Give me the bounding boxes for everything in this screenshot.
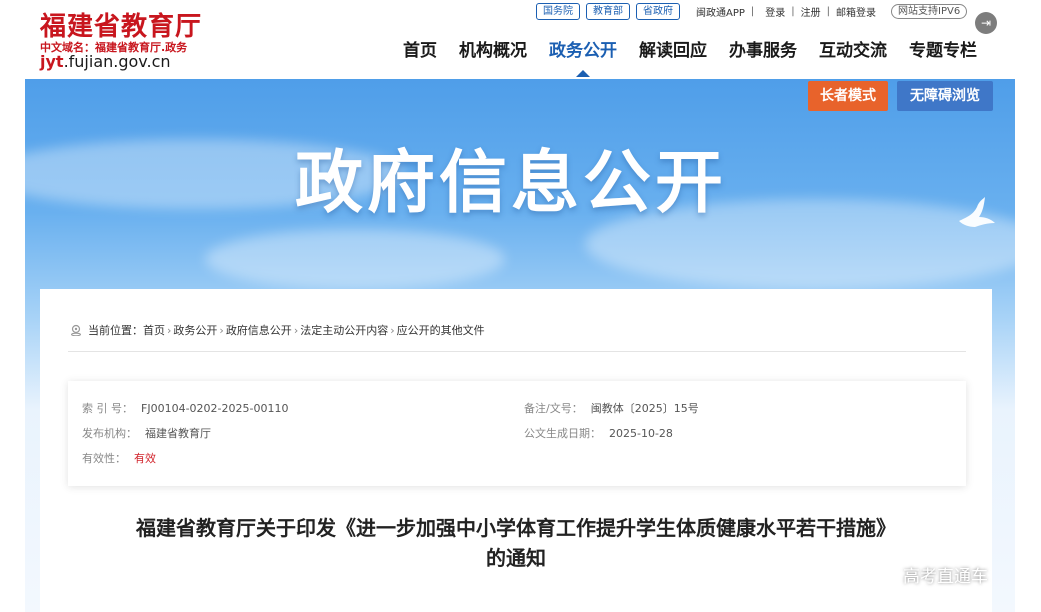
- main-nav: 首页 机构概况 政务公开 解读回应 办事服务 互动交流 专题专栏: [403, 36, 977, 77]
- nav-interaction[interactable]: 互动交流: [819, 36, 887, 76]
- meta-validity-label: 有效性：: [82, 452, 126, 465]
- nav-topics[interactable]: 专题专栏: [909, 36, 977, 76]
- link-app[interactable]: 闽政通APP: [696, 4, 745, 19]
- location-pin-icon: [71, 324, 81, 336]
- meta-docno-label: 备注/文号：: [524, 402, 583, 415]
- link-ministry-education[interactable]: 教育部: [586, 3, 630, 20]
- site-url-suffix: .fujian.gov.cn: [63, 52, 171, 71]
- meta-issuer-label: 发布机构：: [82, 427, 137, 440]
- ipv6-badge: 网站支持IPV6: [891, 4, 968, 19]
- nav-home[interactable]: 首页: [403, 36, 437, 76]
- divider: |: [826, 6, 831, 17]
- site-url: jyt.fujian.gov.cn: [40, 52, 171, 71]
- meta-issuer-value: 福建省教育厅: [145, 427, 211, 440]
- meta-validity: 有效性： 有效: [82, 450, 156, 466]
- meta-issuer: 发布机构： 福建省教育厅: [82, 425, 211, 441]
- link-province-gov[interactable]: 省政府: [636, 3, 680, 20]
- meta-index-value: FJ00104-0202-2025-00110: [141, 402, 289, 415]
- login-link[interactable]: 登录: [765, 4, 785, 19]
- document-title: 福建省教育厅关于印发《进一步加强中小学体育工作提升学生体质健康水平若干措施》 的…: [40, 513, 992, 573]
- meta-docno-value: 闽教体〔2025〕15号: [590, 402, 699, 415]
- watermark: 高考直通车: [903, 567, 988, 587]
- meta-index-label: 索 引 号：: [82, 402, 133, 415]
- breadcrumb-statutory[interactable]: 法定主动公开内容: [300, 322, 388, 338]
- elder-mode-button[interactable]: 长者模式: [808, 81, 888, 111]
- document-title-line2: 的通知: [486, 546, 546, 570]
- register-link[interactable]: 注册: [801, 4, 821, 19]
- document-meta-box: 索 引 号： FJ00104-0202-2025-00110 备注/文号： 闽教体〔…: [68, 381, 966, 486]
- banner-title: 政府信息公开: [295, 144, 728, 223]
- content-card: 当前位置： 首页 › 政务公开 › 政府信息公开 › 法定主动公开内容 › 应公…: [40, 289, 992, 612]
- nav-about[interactable]: 机构概况: [459, 36, 527, 76]
- site-url-prefix: jyt: [40, 52, 64, 71]
- mail-login-link[interactable]: 邮箱登录: [836, 4, 876, 19]
- breadcrumb-info-disclosure[interactable]: 政府信息公开: [226, 322, 292, 338]
- cloud-decoration: [205, 229, 505, 289]
- dove-icon: [959, 197, 995, 227]
- chevron-right-icon: ›: [219, 323, 224, 337]
- meta-date: 公文生成日期： 2025-10-28: [524, 425, 673, 441]
- exit-icon[interactable]: ⇥: [975, 12, 997, 34]
- meta-date-value: 2025-10-28: [609, 427, 673, 440]
- accessibility-button[interactable]: 无障碍浏览: [897, 81, 993, 111]
- nav-gov-affairs[interactable]: 政务公开: [549, 36, 617, 77]
- breadcrumb-divider: [68, 351, 966, 352]
- meta-date-label: 公文生成日期：: [524, 427, 601, 440]
- nav-interpretation[interactable]: 解读回应: [639, 36, 707, 76]
- breadcrumb-home[interactable]: 首页: [143, 322, 165, 338]
- chevron-right-icon: ›: [390, 323, 395, 337]
- site-header: 福建省教育厅 中文域名：福建省教育厅.政务 jyt.fujian.gov.cn …: [0, 0, 1041, 80]
- top-links-bar: 国务院 教育部 省政府 闽政通APP | 登录 | 注册 | 邮箱登录 网站支持…: [536, 3, 968, 20]
- chevron-right-icon: ›: [167, 323, 172, 337]
- breadcrumb: 当前位置： 首页 › 政务公开 › 政府信息公开 › 法定主动公开内容 › 应公…: [70, 322, 485, 338]
- site-logo[interactable]: 福建省教育厅: [40, 6, 202, 43]
- breadcrumb-other-files[interactable]: 应公开的其他文件: [397, 322, 485, 338]
- divider: |: [791, 6, 795, 17]
- meta-docno: 备注/文号： 闽教体〔2025〕15号: [524, 400, 699, 416]
- link-state-council[interactable]: 国务院: [536, 3, 580, 20]
- meta-validity-value: 有效: [134, 452, 156, 465]
- nav-services[interactable]: 办事服务: [729, 36, 797, 76]
- chevron-right-icon: ›: [293, 323, 299, 337]
- breadcrumb-label: 当前位置：: [88, 324, 143, 337]
- meta-index: 索 引 号： FJ00104-0202-2025-00110: [82, 400, 288, 416]
- divider: |: [750, 6, 755, 17]
- document-title-line1: 福建省教育厅关于印发《进一步加强中小学体育工作提升学生体质健康水平若干措施》: [136, 516, 896, 540]
- breadcrumb-gov-affairs[interactable]: 政务公开: [173, 322, 217, 338]
